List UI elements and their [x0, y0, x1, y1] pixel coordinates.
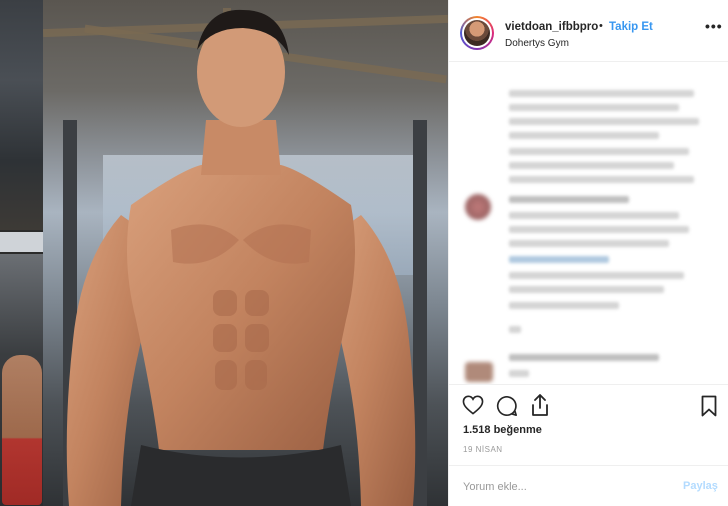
follow-button[interactable]: Takip Et: [609, 21, 653, 33]
blurred-text: [509, 118, 699, 125]
avatar[interactable]: [460, 16, 494, 50]
comments-section: [449, 62, 728, 384]
username-link[interactable]: vietdoan_ifbbpro: [505, 21, 598, 33]
blurred-text: [509, 226, 689, 233]
post-side-panel: vietdoan_ifbbpro • Takip Et Dohertys Gym…: [448, 0, 728, 506]
blurred-text: [509, 272, 684, 279]
blurred-text: [509, 302, 619, 309]
blurred-text: [509, 286, 664, 293]
more-options-button[interactable]: •••: [705, 18, 723, 34]
bookmark-icon[interactable]: [701, 395, 717, 417]
previous-post-thumbnail[interactable]: [0, 0, 43, 506]
blurred-text: [509, 370, 529, 377]
blurred-text: [509, 212, 679, 219]
athlete-figure: [66, 9, 416, 506]
instagram-post-viewer: vietdoan_ifbbpro • Takip Et Dohertys Gym…: [0, 0, 728, 506]
separator-dot: •: [599, 20, 603, 32]
blurred-text: [509, 104, 679, 111]
avatar-border: [462, 18, 492, 48]
likes-count[interactable]: 1.518 beğenme: [463, 424, 542, 436]
blurred-text: [509, 240, 669, 247]
heart-icon[interactable]: [462, 395, 484, 415]
blurred-text: [509, 162, 674, 169]
thumbnail-figure: [2, 355, 42, 505]
location-link[interactable]: Dohertys Gym: [505, 38, 569, 49]
post-header: vietdoan_ifbbpro • Takip Et Dohertys Gym…: [449, 0, 728, 62]
share-icon[interactable]: [530, 394, 550, 416]
blurred-text: [509, 326, 521, 333]
comment-icon[interactable]: [496, 395, 518, 417]
blurred-text: [509, 176, 694, 183]
thumbnail-top: [0, 0, 43, 230]
comment-input[interactable]: [463, 478, 663, 496]
blurred-text: [509, 148, 689, 155]
post-date: 19 NİSAN: [463, 445, 503, 454]
commenter-avatar[interactable]: [465, 194, 491, 220]
blurred-text: [509, 354, 659, 361]
blurred-text: [509, 90, 694, 97]
post-comment-button[interactable]: Paylaş: [683, 480, 718, 492]
blurred-text: [509, 132, 659, 139]
post-photo[interactable]: [43, 0, 448, 506]
blurred-text: [509, 196, 629, 203]
avatar-image: [464, 20, 490, 46]
comment-bar: Paylaş: [449, 465, 728, 506]
blurred-link: [509, 256, 609, 263]
commenter-avatar[interactable]: [465, 362, 493, 382]
thumbnail-divider: [0, 232, 43, 252]
